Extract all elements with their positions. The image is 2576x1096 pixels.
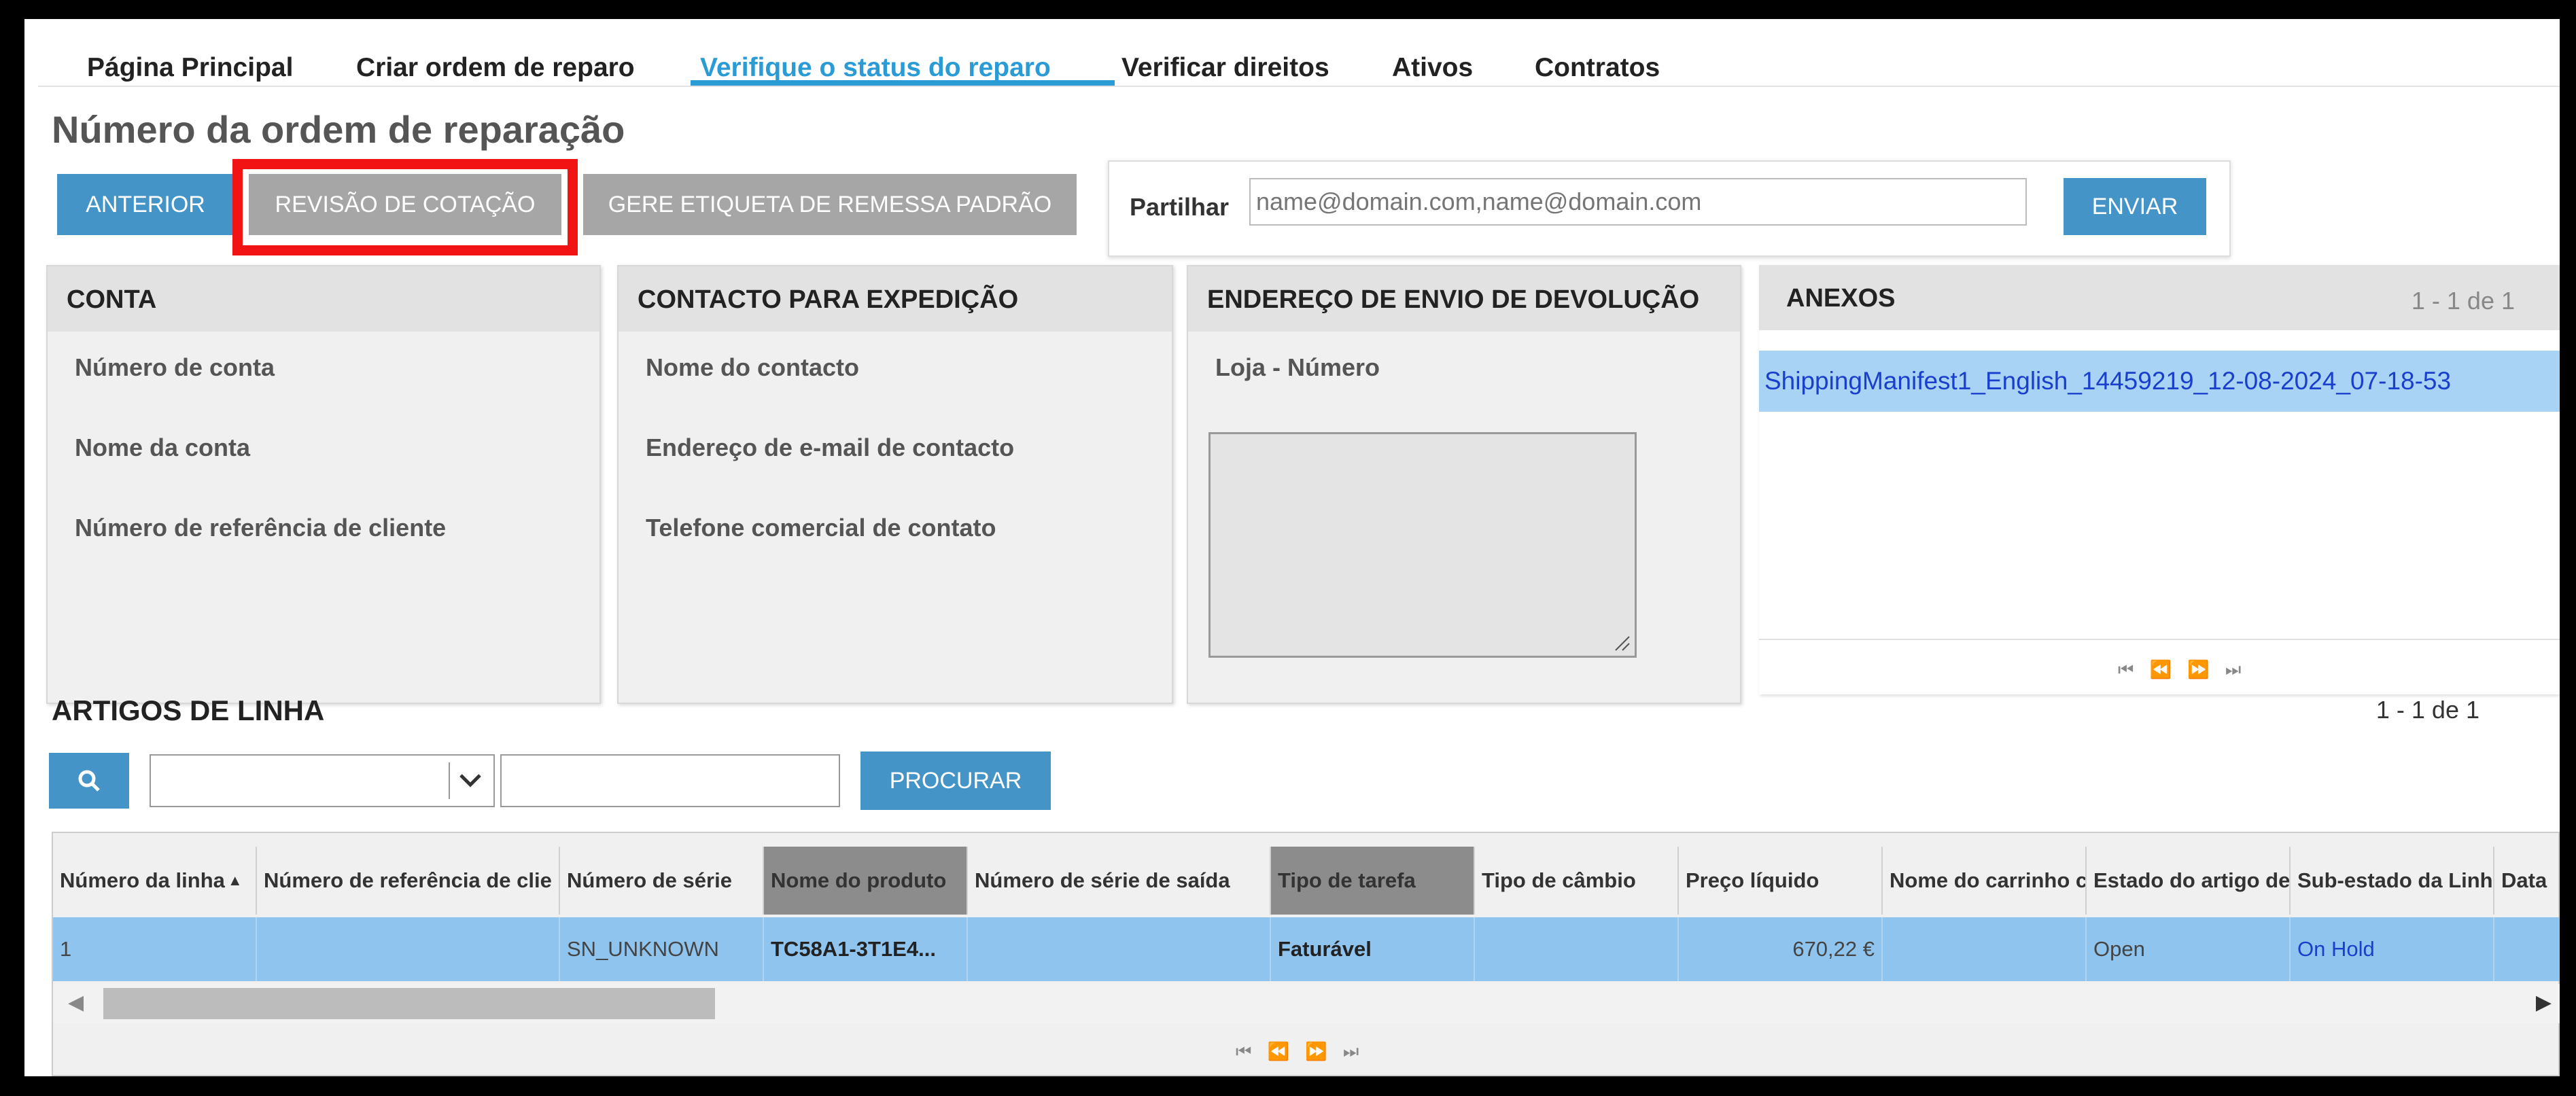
search-input[interactable] bbox=[500, 754, 840, 807]
anexos-footer-divider bbox=[1759, 639, 2560, 640]
scroll-left-icon[interactable]: ◀ bbox=[68, 991, 84, 1014]
anexos-panel: ANEXOS 1 - 1 de 1 ShippingManifest1_Engl… bbox=[1759, 265, 2560, 694]
col-header-numero-linha[interactable]: Número da linha ▲ bbox=[53, 847, 257, 915]
contacto-panel: CONTACTO PARA EXPEDIÇÃO Nome do contacto… bbox=[617, 265, 1173, 704]
cell-data bbox=[2494, 917, 2560, 981]
field-select[interactable] bbox=[150, 754, 495, 807]
conta-panel: CONTA Número de conta Nome da conta Núme… bbox=[46, 265, 601, 704]
anexos-count: 1 - 1 de 1 bbox=[2411, 287, 2515, 315]
cell-nome-carrinho bbox=[1883, 917, 2087, 981]
horizontal-scrollbar[interactable]: ◀ ▶ bbox=[53, 984, 2560, 1023]
table-row[interactable]: 1 SN_UNKNOWN TC58A1-3T1E4... Faturável 6… bbox=[53, 917, 2560, 981]
col-header-preco-liquido[interactable]: Preço líquido bbox=[1679, 847, 1883, 915]
gere-etiqueta-button[interactable]: GERE ETIQUETA DE REMESSA PADRÃO bbox=[583, 174, 1077, 235]
col-header-tipo-tarefa[interactable]: Tipo de tarefa bbox=[1271, 847, 1475, 915]
col-header-estado-artigo[interactable]: Estado do artigo de bbox=[2087, 847, 2291, 915]
artigos-linha-count: 1 - 1 de 1 bbox=[2375, 696, 2479, 724]
cell-estado-artigo: Open bbox=[2087, 917, 2291, 981]
telefone-contacto-label: Telefone comercial de contato bbox=[646, 514, 996, 542]
search-button[interactable] bbox=[49, 753, 129, 809]
chevron-down-icon[interactable] bbox=[449, 762, 491, 799]
cell-numero-linha: 1 bbox=[53, 917, 257, 981]
artigos-linha-title: ARTIGOS DE LINHA bbox=[52, 694, 325, 726]
nav-contratos[interactable]: Contratos bbox=[1535, 53, 1660, 83]
cell-sub-estado[interactable]: On Hold bbox=[2291, 917, 2494, 981]
enviar-button[interactable]: ENVIAR bbox=[2064, 178, 2206, 235]
col-header-data[interactable]: Data bbox=[2494, 847, 2560, 915]
scroll-right-icon[interactable]: ▶ bbox=[2536, 991, 2552, 1014]
endereco-panel: ENDEREÇO DE ENVIO DE DEVOLUÇÃO Loja - Nú… bbox=[1187, 265, 1741, 704]
nav-divider bbox=[38, 86, 2560, 87]
nome-conta-label: Nome da conta bbox=[75, 434, 251, 461]
share-label: Partilhar bbox=[1130, 193, 1230, 221]
scrollbar-thumb[interactable] bbox=[103, 988, 715, 1019]
share-box: Partilhar ENVIAR bbox=[1108, 160, 2231, 257]
referencia-cliente-label: Número de referência de cliente bbox=[75, 514, 447, 542]
page-title: Número da ordem de reparação bbox=[52, 108, 625, 151]
nav-ativos[interactable]: Ativos bbox=[1392, 53, 1473, 83]
attachment-link[interactable]: ShippingManifest1_English_14459219_12-08… bbox=[1764, 367, 2451, 395]
grid-pager-icon[interactable]: ⏮ ⏪ ⏩ ⏭ bbox=[1236, 1041, 1364, 1063]
email-contacto-label: Endereço de e-mail de contacto bbox=[646, 434, 1015, 461]
col-header-nome-produto[interactable]: Nome do produto bbox=[764, 847, 968, 915]
cell-numero-serie: SN_UNKNOWN bbox=[560, 917, 764, 981]
nav-verifique-status[interactable]: Verifique o status do reparo bbox=[700, 53, 1051, 83]
contacto-panel-header: CONTACTO PARA EXPEDIÇÃO bbox=[619, 266, 1172, 332]
active-tab-indicator bbox=[691, 80, 1115, 86]
line-items-grid: Número da linha ▲ Número de referência de… bbox=[52, 832, 2560, 1076]
cell-referencia bbox=[257, 917, 560, 981]
cell-serie-saida bbox=[968, 917, 1271, 981]
loja-numero-label: Loja - Número bbox=[1215, 353, 1380, 381]
cell-tipo-cambio bbox=[1475, 917, 1679, 981]
cell-tipo-tarefa: Faturável bbox=[1271, 917, 1475, 981]
contacto-panel-title: CONTACTO PARA EXPEDIÇÃO bbox=[638, 285, 1019, 314]
anterior-button[interactable]: ANTERIOR bbox=[57, 174, 234, 235]
highlight-box bbox=[232, 159, 578, 255]
endereco-textarea[interactable] bbox=[1208, 432, 1637, 658]
endereco-panel-header: ENDEREÇO DE ENVIO DE DEVOLUÇÃO bbox=[1188, 266, 1740, 332]
resize-handle-icon[interactable] bbox=[1613, 634, 1631, 652]
nav-pagina-principal[interactable]: Página Principal bbox=[87, 53, 293, 83]
procurar-button[interactable]: PROCURAR bbox=[860, 752, 1051, 810]
conta-panel-title: CONTA bbox=[67, 285, 157, 314]
conta-panel-header: CONTA bbox=[48, 266, 599, 332]
col-header-tipo-cambio[interactable]: Tipo de câmbio bbox=[1475, 847, 1679, 915]
sort-asc-icon: ▲ bbox=[227, 872, 243, 889]
col-header-nome-carrinho[interactable]: Nome do carrinho c bbox=[1883, 847, 2087, 915]
nav-verificar-direitos[interactable]: Verificar direitos bbox=[1121, 53, 1329, 83]
attachment-row[interactable]: ShippingManifest1_English_14459219_12-08… bbox=[1759, 351, 2560, 412]
search-icon bbox=[78, 770, 100, 792]
share-email-input[interactable] bbox=[1249, 178, 2027, 226]
anexos-header: ANEXOS 1 - 1 de 1 bbox=[1759, 265, 2560, 330]
numero-conta-label: Número de conta bbox=[75, 353, 275, 381]
anexos-pager-icon[interactable]: ⏮ ⏪ ⏩ ⏭ bbox=[2118, 659, 2246, 681]
col-header-sub-estado[interactable]: Sub-estado da Linh bbox=[2291, 847, 2494, 915]
col-header-label: Número da linha bbox=[60, 868, 225, 892]
anexos-title: ANEXOS bbox=[1786, 284, 1896, 313]
col-header-numero-serie[interactable]: Número de série bbox=[560, 847, 764, 915]
nome-contacto-label: Nome do contacto bbox=[646, 353, 860, 381]
cell-nome-produto: TC58A1-3T1E4... bbox=[764, 917, 968, 981]
col-header-serie-saida[interactable]: Número de série de saída bbox=[968, 847, 1271, 915]
nav-criar-ordem[interactable]: Criar ordem de reparo bbox=[356, 53, 635, 83]
app-frame: Página Principal Criar ordem de reparo V… bbox=[24, 19, 2560, 1076]
endereco-panel-title: ENDEREÇO DE ENVIO DE DEVOLUÇÃO bbox=[1207, 285, 1700, 314]
col-header-referencia[interactable]: Número de referência de clie bbox=[257, 847, 560, 915]
cell-preco-liquido: 670,22 € bbox=[1679, 917, 1883, 981]
